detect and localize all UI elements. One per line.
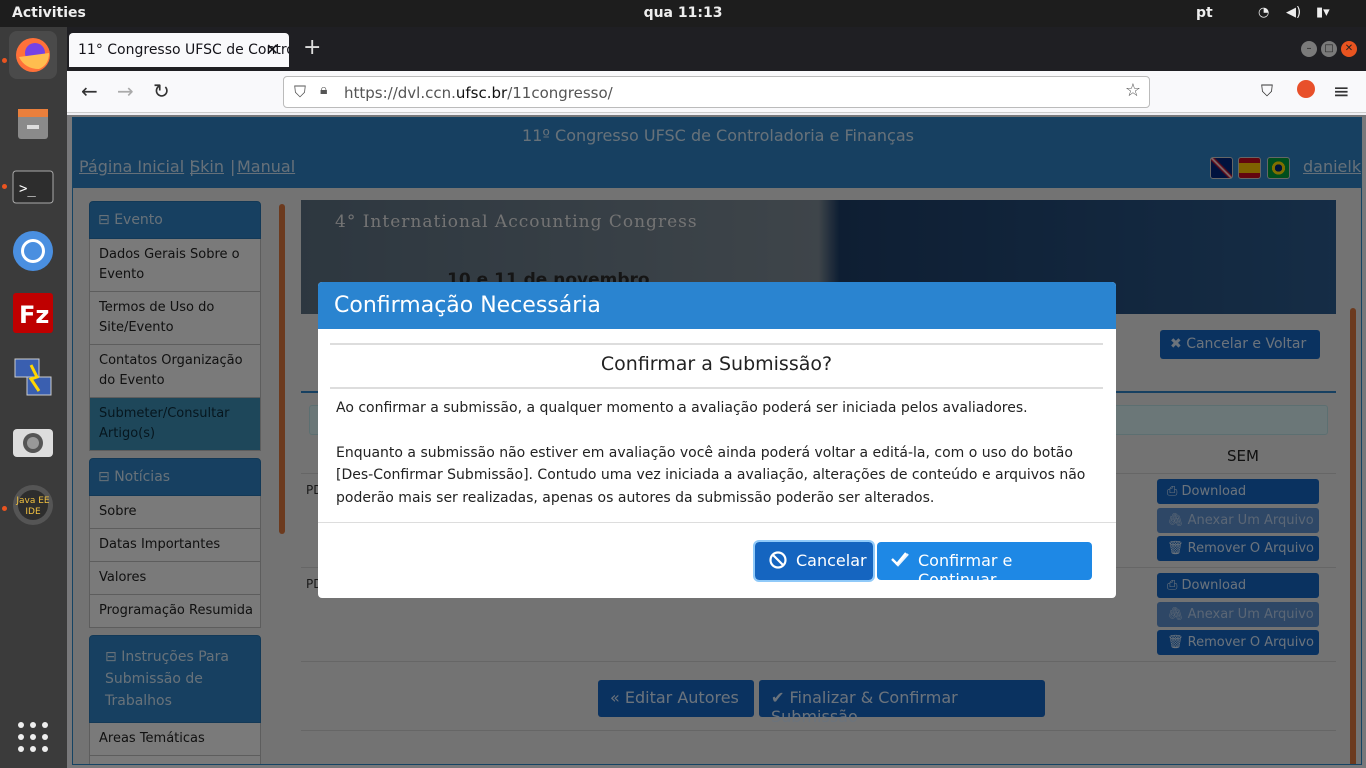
minimize-button[interactable]: – [1301,41,1317,57]
url-bar[interactable]: ⛉ 🔒︎ https://dvl.ccn.ufsc.br/11congresso… [283,76,1150,108]
files-icon[interactable] [9,99,57,147]
pocket-icon[interactable]: ⛉ [1261,81,1273,101]
url-domain: ufsc.br [455,84,508,102]
java-ee-ide-icon[interactable]: Java EE IDE [9,481,57,529]
svg-text:Fz: Fz [19,301,49,329]
modal-body: Ao confirmar a submissão, a qualquer mom… [336,397,1096,509]
confirm-continue-button[interactable]: Confirmar e Continuar [877,542,1092,589]
confirmation-modal: Confirmação Necessária Confirmar a Submi… [318,282,1116,598]
reload-icon[interactable]: ↻ [153,79,170,103]
clock[interactable]: qua 11:13 [0,5,1366,21]
svg-text:IDE: IDE [25,507,41,517]
svg-text:Java EE: Java EE [15,496,50,506]
tab-active[interactable]: 11° Congresso UFSC de Controladoria✕ [69,33,289,67]
bookmark-star-icon[interactable]: ☆ [1125,80,1141,101]
modal-text: Enquanto a submissão não estiver em aval… [336,444,1086,506]
ban-icon [768,550,788,574]
close-tab-icon[interactable]: ✕ [266,40,279,59]
camera-icon[interactable] [9,417,57,465]
svg-text:>_: >_ [19,181,36,197]
modal-title: Confirmar a Submissão? [330,343,1103,389]
cancel-button[interactable]: Cancelar [753,540,875,582]
terminal-icon[interactable]: >_ [9,163,57,211]
new-tab-button[interactable]: + [303,35,321,60]
firefox-icon[interactable] [9,31,57,79]
extension-icon[interactable] [1297,80,1315,98]
menu-icon[interactable]: ≡ [1333,79,1350,103]
double-check-icon [890,550,912,574]
language-indicator[interactable]: pt [1196,5,1213,21]
system-top-bar: Activities qua 11:13 pt ◔ ◀) ▮▾ [0,0,1366,27]
lock-icon[interactable]: 🔒︎ [320,82,327,98]
wifi-icon[interactable]: ◔ [1258,5,1269,20]
tab-bar: 11° Congresso UFSC de Controladoria✕ + –… [67,27,1366,71]
app-grid-icon[interactable] [9,713,57,761]
back-icon[interactable]: ← [81,79,98,103]
battery-icon[interactable]: ▮▾ [1316,5,1330,20]
chromium-icon[interactable] [9,227,57,275]
url-prefix: https://dvl.ccn. [344,84,456,102]
url-path: /11congresso/ [507,84,613,102]
forward-icon[interactable]: → [117,79,134,103]
volume-icon[interactable]: ◀) [1286,5,1301,20]
shield-icon[interactable]: ⛉ [294,82,306,102]
close-window-button[interactable]: ✕ [1341,41,1357,57]
modal-text: Ao confirmar a submissão, a qualquer mom… [336,400,1028,416]
maximize-button[interactable]: □ [1321,41,1337,57]
navigation-bar: ← → ↻ ⛉ 🔒︎ https://dvl.ccn.ufsc.br/11con… [67,71,1366,113]
modal-header: Confirmação Necessária [318,282,1116,329]
filezilla-icon[interactable]: Fz [9,289,57,337]
network-icon[interactable] [9,353,57,401]
dock: >_ Fz Java EE IDE [0,27,67,768]
tab-title: 11° Congresso UFSC de Controladoria [78,42,289,58]
modal-footer-divider [318,522,1116,523]
